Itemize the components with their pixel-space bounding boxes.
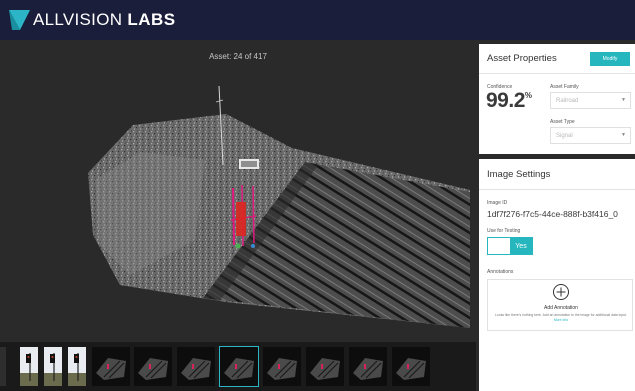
thumbnail-strip-edge bbox=[0, 347, 6, 386]
point-cloud-image[interactable] bbox=[0, 40, 476, 342]
thumbnail[interactable] bbox=[263, 347, 301, 386]
chevron-down-icon: ▼ bbox=[621, 97, 626, 103]
thumbnail[interactable] bbox=[68, 347, 86, 386]
annotation-hint: Looks like there's nothing here. Add an … bbox=[494, 313, 628, 323]
asset-type-select[interactable]: Signal ▼ bbox=[550, 127, 631, 144]
side-panel: Asset Properties Modify Confidence 99.2%… bbox=[476, 40, 635, 391]
add-annotation-box[interactable]: Add Annotation Looks like there's nothin… bbox=[487, 279, 633, 331]
asset-family-label: Asset Family bbox=[550, 84, 579, 90]
point-cloud-thumb-icon bbox=[306, 347, 344, 386]
thumbnail[interactable] bbox=[349, 347, 387, 386]
add-annotation-label[interactable]: Add Annotation bbox=[488, 305, 634, 311]
chevron-down-icon: ▼ bbox=[621, 132, 626, 138]
thumbnail[interactable] bbox=[306, 347, 344, 386]
thumbnail[interactable] bbox=[20, 347, 38, 386]
thumbnail[interactable] bbox=[177, 347, 215, 386]
image-id-label: Image ID bbox=[487, 200, 508, 206]
toggle-off-half[interactable] bbox=[488, 238, 510, 254]
point-cloud-thumb-icon bbox=[392, 347, 430, 386]
asset-properties-card: Asset Properties Modify Confidence 99.2%… bbox=[479, 44, 635, 154]
modify-button[interactable]: Modify bbox=[590, 51, 630, 66]
point-cloud-thumb-icon bbox=[263, 347, 301, 386]
thumbnail[interactable] bbox=[44, 347, 62, 386]
brand-name: ALLVISION bbox=[33, 10, 123, 29]
point-cloud-thumb-icon bbox=[220, 347, 258, 386]
signal-photo-icon bbox=[68, 347, 86, 386]
thumbnail-selected[interactable] bbox=[219, 346, 259, 387]
confidence-number: 99.2 bbox=[486, 89, 525, 112]
point-cloud-thumb-icon bbox=[134, 347, 172, 386]
image-settings-title: Image Settings bbox=[487, 168, 551, 180]
asset-type-value: Signal bbox=[556, 132, 573, 139]
point-cloud-thumb-icon bbox=[177, 347, 215, 386]
thumbnail[interactable] bbox=[134, 347, 172, 386]
use-for-testing-label: Use for Testing bbox=[487, 228, 521, 234]
asset-family-value: Railroad bbox=[556, 97, 579, 104]
asset-type-label: Asset Type bbox=[550, 119, 575, 125]
more-info-link[interactable]: More Info bbox=[554, 318, 568, 322]
thumbnail[interactable] bbox=[92, 347, 130, 386]
point-cloud-thumb-icon bbox=[349, 347, 387, 386]
top-bar: ALLVISION LABS bbox=[0, 0, 635, 40]
signal-photo-icon bbox=[44, 347, 62, 386]
point-cloud-thumb-icon bbox=[92, 347, 130, 386]
image-id-value: 1df7f276-f7c5-44ce-888f-b3f416_0 bbox=[487, 209, 618, 219]
signal-photo-icon bbox=[20, 347, 38, 386]
image-settings-card: Image Settings Image ID 1df7f276-f7c5-44… bbox=[479, 159, 635, 391]
image-viewer[interactable]: Asset: 24 of 417 bbox=[0, 40, 476, 391]
toggle-yes[interactable]: Yes bbox=[510, 238, 532, 254]
thumbnail-strip bbox=[0, 342, 476, 391]
annotation-hint-text: Looks like there's nothing here. Add an … bbox=[495, 313, 627, 317]
logo-icon bbox=[9, 10, 30, 30]
image-settings-header: Image Settings bbox=[479, 159, 635, 190]
asset-properties-header: Asset Properties Modify bbox=[479, 44, 635, 74]
asset-properties-title: Asset Properties bbox=[487, 53, 557, 64]
confidence-unit: % bbox=[524, 91, 532, 100]
brand-suffix: LABS bbox=[127, 10, 176, 29]
annotations-label: Annotations bbox=[487, 269, 514, 275]
thumbnail[interactable] bbox=[392, 347, 430, 386]
confidence-value: 99.2% bbox=[486, 89, 532, 113]
asset-counter: Asset: 24 of 417 bbox=[209, 52, 267, 61]
asset-family-select[interactable]: Railroad ▼ bbox=[550, 92, 631, 109]
app-window: ALLVISION LABS Asset: 24 of 417 Asset Pr… bbox=[0, 0, 635, 391]
use-for-testing-toggle[interactable]: Yes bbox=[487, 237, 533, 255]
add-circle-icon[interactable] bbox=[552, 283, 570, 301]
